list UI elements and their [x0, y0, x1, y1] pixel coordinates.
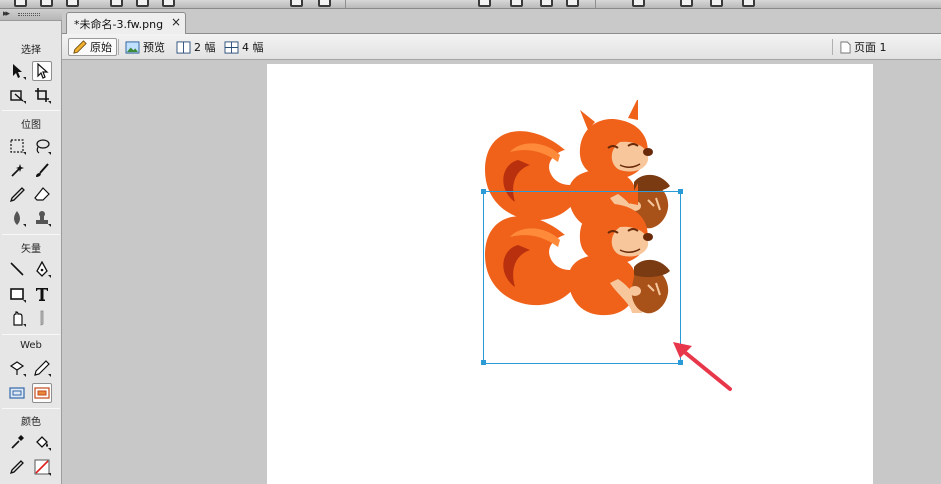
rectangle-tool-icon[interactable]	[7, 284, 27, 304]
eyedropper-tool-icon[interactable]	[7, 432, 27, 452]
section-title-bitmap: 位图	[21, 120, 41, 131]
print-icon[interactable]	[162, 0, 175, 7]
document-tab-title: *未命名-3.fw.png	[74, 18, 164, 31]
main-toolbar	[0, 0, 941, 9]
export-icon[interactable]	[136, 0, 149, 7]
text-tool-icon[interactable]	[32, 284, 52, 304]
selection-handle[interactable]	[481, 360, 486, 365]
document-tab[interactable]: *未命名-3.fw.png ×	[66, 12, 186, 34]
page-icon	[840, 41, 851, 53]
section-title-web: Web	[20, 340, 42, 351]
section-title-color: 颜色	[21, 417, 41, 428]
section-title-vector: 矢量	[21, 244, 41, 255]
split-icon[interactable]	[566, 0, 579, 7]
knife-tool-icon[interactable]	[32, 308, 52, 328]
eraser-tool-icon[interactable]	[32, 184, 52, 204]
two-up-icon	[176, 40, 191, 54]
magic-wand-tool-icon[interactable]	[7, 160, 27, 180]
selection-handle[interactable]	[678, 189, 683, 194]
show-slices-icon[interactable]	[32, 383, 52, 403]
panel-grip-icon[interactable]	[18, 13, 40, 16]
fill-color-icon[interactable]	[32, 457, 52, 477]
undo-icon[interactable]	[290, 0, 303, 7]
group-icon[interactable]	[478, 0, 491, 7]
page-label: 页面 1	[854, 41, 887, 54]
pen-tool-icon[interactable]	[32, 259, 52, 279]
scale-tool-icon[interactable]	[7, 85, 27, 105]
marquee-tool-icon[interactable]	[7, 136, 27, 156]
tools-panel-header[interactable]: ▸▸	[0, 9, 62, 21]
slice-tool-icon[interactable]	[32, 358, 52, 378]
hotspot-tool-icon[interactable]	[7, 358, 27, 378]
freeform-tool-icon[interactable]	[7, 308, 27, 328]
paint-bucket-tool-icon[interactable]	[32, 432, 52, 452]
close-icon[interactable]: ×	[171, 15, 181, 29]
view-4up-label: 4 幅	[242, 41, 264, 54]
stroke-color-icon[interactable]	[7, 457, 27, 477]
hide-slices-icon[interactable]	[7, 383, 27, 403]
bring-forward-icon[interactable]	[632, 0, 645, 7]
open-file-icon[interactable]	[40, 0, 53, 7]
align-right-icon[interactable]	[742, 0, 755, 7]
redo-icon[interactable]	[318, 0, 331, 7]
selection-handle[interactable]	[481, 189, 486, 194]
section-title-select: 选择	[21, 45, 41, 56]
view-preview-label: 预览	[143, 41, 165, 54]
view-2up-label: 2 幅	[194, 41, 216, 54]
four-up-icon	[224, 40, 239, 54]
lasso-tool-icon[interactable]	[32, 136, 52, 156]
view-original-label: 原始	[90, 41, 112, 54]
save-icon[interactable]	[66, 0, 79, 7]
line-tool-icon[interactable]	[7, 259, 27, 279]
page-selector[interactable]: 页面 1	[836, 38, 891, 56]
view-original-button[interactable]: 原始	[68, 38, 117, 56]
pencil-icon	[73, 40, 87, 54]
image-icon	[125, 40, 140, 54]
view-2up-button[interactable]: 2 幅	[172, 38, 220, 56]
import-icon[interactable]	[110, 0, 123, 7]
join-icon[interactable]	[540, 0, 553, 7]
selection-bounding-box[interactable]	[481, 189, 683, 365]
align-left-icon[interactable]	[680, 0, 693, 7]
view-preview-button[interactable]: 预览	[121, 38, 169, 56]
blur-tool-icon[interactable]	[7, 208, 27, 228]
brush-tool-icon[interactable]	[32, 160, 52, 180]
subselect-tool-icon[interactable]	[32, 61, 52, 81]
pencil-tool-icon[interactable]	[7, 184, 27, 204]
crop-tool-icon[interactable]	[32, 85, 52, 105]
new-file-icon[interactable]	[14, 0, 27, 7]
rubber-stamp-tool-icon[interactable]	[32, 208, 52, 228]
ungroup-icon[interactable]	[510, 0, 523, 7]
collapse-chevron-icon[interactable]: ▸▸	[3, 9, 10, 19]
document-tab-bar	[62, 9, 941, 34]
pointer-tool-icon[interactable]	[7, 61, 27, 81]
annotation-arrow-icon	[673, 342, 732, 391]
view-4up-button[interactable]: 4 幅	[220, 38, 268, 56]
align-center-icon[interactable]	[710, 0, 723, 7]
